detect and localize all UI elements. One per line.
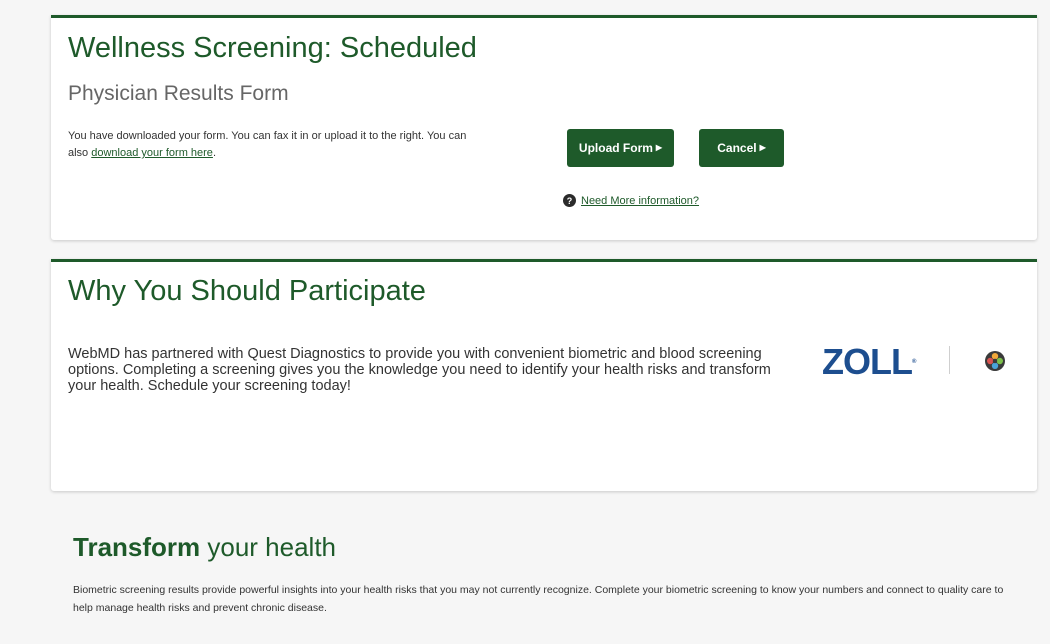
- caret-right-icon: ▶: [759, 143, 766, 152]
- cancel-label: Cancel: [717, 141, 757, 155]
- download-form-link[interactable]: download your form here: [91, 147, 213, 159]
- quest-diagnostics-logo-icon: [985, 351, 1005, 371]
- need-more-info-link[interactable]: Need More information?: [581, 195, 699, 207]
- card-title-scheduled: Wellness Screening: Scheduled: [68, 32, 477, 64]
- scheduled-card: Wellness Screening: Scheduled Physician …: [51, 15, 1037, 240]
- zoll-logo-mark: ®: [911, 359, 917, 365]
- logo-divider: [949, 346, 950, 374]
- transform-heading-rest: your health: [200, 532, 337, 562]
- transform-heading: Transform your health: [73, 532, 336, 562]
- transform-heading-bold: Transform: [73, 532, 201, 562]
- download-message-end: .: [212, 147, 216, 159]
- form-subtitle: Physician Results Form: [68, 82, 289, 105]
- help-row: ? Need More information?: [563, 194, 699, 207]
- question-circle-icon: ?: [563, 194, 576, 207]
- zoll-logo: ZOLL®: [822, 342, 916, 382]
- cancel-button[interactable]: Cancel ▶: [699, 129, 784, 167]
- zoll-logo-text: ZOLL: [822, 341, 913, 382]
- participate-card: Why You Should Participate WebMD has par…: [51, 259, 1037, 491]
- transform-description: Biometric screening results provide powe…: [73, 584, 1004, 614]
- participate-description: WebMD has partnered with Quest Diagnosti…: [68, 346, 771, 394]
- caret-right-icon: ▶: [655, 143, 663, 152]
- upload-form-label: Upload Form: [578, 141, 653, 155]
- card-title-participate: Why You Should Participate: [68, 275, 426, 307]
- upload-form-button[interactable]: Upload Form ▶: [567, 129, 674, 167]
- download-message: You have downloaded your form. You can f…: [68, 128, 488, 162]
